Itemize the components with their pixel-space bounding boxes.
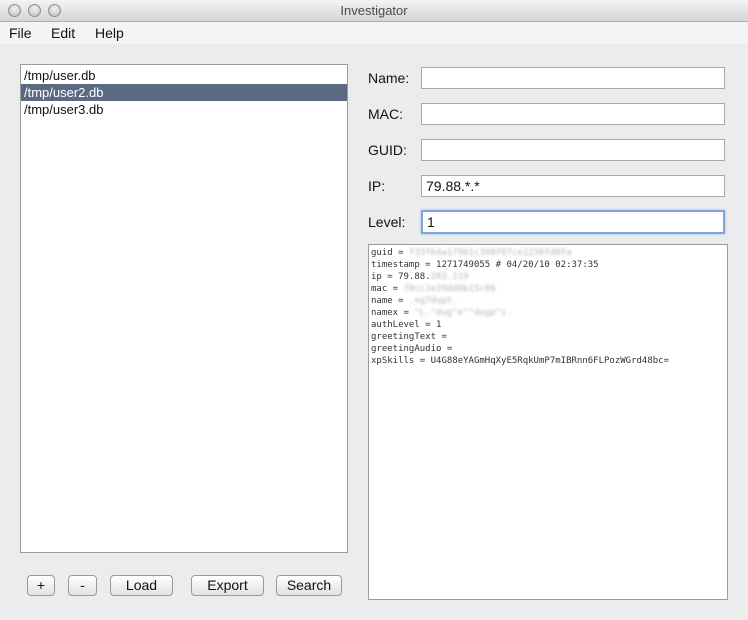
database-list-item-selected[interactable]: /tmp/user2.db: [21, 84, 347, 101]
add-button[interactable]: +: [27, 575, 55, 596]
record-value-redacted: .ng7dupt.: [408, 296, 458, 306]
remove-button[interactable]: -: [68, 575, 97, 596]
record-key: name =: [371, 296, 409, 306]
app-window: Investigator File Edit Help /tmp/user.db…: [0, 0, 748, 620]
record-key: timestamp =: [371, 260, 437, 270]
record-key: mac =: [371, 284, 404, 294]
name-label: Name:: [368, 70, 410, 86]
database-list-item[interactable]: /tmp/user.db: [21, 67, 347, 84]
record-line: timestamp = 1271749055 # 04/20/10 02:37:…: [371, 259, 727, 271]
record-value-redacted: "L."dug"e""dugp"s.: [414, 308, 512, 318]
record-key: xpSkills =: [371, 356, 431, 366]
menu-help[interactable]: Help: [95, 25, 124, 41]
export-button[interactable]: Export: [191, 575, 264, 596]
record-value: 79.88.: [398, 272, 431, 282]
record-key: authLevel =: [371, 320, 437, 330]
title-bar: Investigator: [0, 0, 748, 22]
record-line: greetingAudio =: [371, 343, 727, 355]
window-title: Investigator: [340, 3, 408, 18]
record-value-redacted: 203.119: [430, 272, 469, 282]
record-key: greetingText =: [371, 332, 447, 342]
record-line: namex = "L."dug"e""dugp"s.: [371, 307, 727, 319]
guid-field[interactable]: [421, 139, 725, 161]
record-line: xpSkills = U4G88eYAGmHqXyE5RqkUmP7mIBRnn…: [371, 355, 727, 367]
record-details-textarea[interactable]: guid = f33fb4a17961c398f07ce1236fd0fa tim…: [368, 244, 728, 600]
ip-field[interactable]: [421, 175, 725, 197]
search-button[interactable]: Search: [276, 575, 342, 596]
record-line: ip = 79.88.203.119: [371, 271, 727, 283]
record-line: authLevel = 1: [371, 319, 727, 331]
record-value: 1: [436, 320, 442, 330]
level-field[interactable]: [421, 210, 725, 234]
record-key: guid =: [371, 248, 409, 258]
menu-bar: File Edit Help: [0, 22, 748, 44]
menu-file[interactable]: File: [9, 25, 32, 41]
guid-label: GUID:: [368, 142, 407, 158]
ip-label: IP:: [368, 178, 386, 194]
name-field[interactable]: [421, 67, 725, 89]
menu-edit[interactable]: Edit: [51, 25, 75, 41]
record-value-redacted: f33fb4a17961c398f07ce1236fd0fa: [408, 248, 572, 258]
record-key: ip =: [371, 272, 399, 282]
record-key: greetingAudio =: [371, 344, 453, 354]
record-line: name = .ng7dupt.: [371, 295, 727, 307]
database-list[interactable]: /tmp/user.db /tmp/user2.db /tmp/user3.db: [20, 64, 348, 553]
record-value: U4G88eYAGmHqXyE5RqkUmP7mIBRnn6FLPozWGrd4…: [430, 356, 670, 366]
record-line: greetingText =: [371, 331, 727, 343]
level-label: Level:: [368, 214, 406, 230]
record-value-redacted: 70cc1e39dd8b15c06: [403, 284, 496, 294]
mac-field[interactable]: [421, 103, 725, 125]
record-key: namex =: [371, 308, 415, 318]
mac-label: MAC:: [368, 106, 403, 122]
record-line: guid = f33fb4a17961c398f07ce1236fd0fa: [371, 247, 727, 259]
record-value: 1271749055 # 04/20/10 02:37:35: [436, 260, 599, 270]
record-line: mac = 70cc1e39dd8b15c06: [371, 283, 727, 295]
load-button[interactable]: Load: [110, 575, 173, 596]
database-list-item[interactable]: /tmp/user3.db: [21, 101, 347, 118]
